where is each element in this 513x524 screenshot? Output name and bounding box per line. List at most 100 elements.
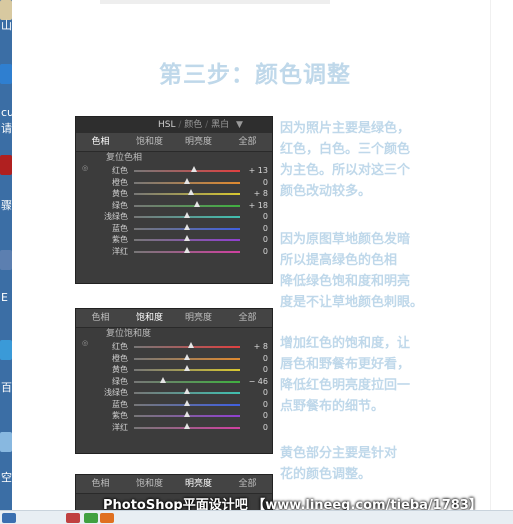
desktop-icon-1[interactable]	[0, 0, 12, 20]
collapse-triangle-icon[interactable]: ▼	[236, 120, 243, 130]
slider-label: 蓝色	[112, 399, 128, 409]
tab-saturation[interactable]: 饱和度	[125, 133, 174, 151]
caption-2-line: 因为原图草地颜色发暗	[280, 232, 411, 247]
slider-label: 橙色	[112, 177, 128, 187]
slider-thumb[interactable]	[184, 411, 190, 417]
caption-1-line: 颜色改动较多。	[280, 184, 372, 199]
color-header-label[interactable]: 颜色	[184, 120, 202, 130]
saturation-slider-row: 绿色 − 46	[76, 376, 272, 388]
slider-label: 绿色	[112, 376, 128, 386]
bw-header-label[interactable]: 黑白	[211, 120, 229, 130]
slider-thumb[interactable]	[184, 353, 190, 360]
saturation-slider-row: 紫色 0	[76, 410, 272, 422]
slider-thumb[interactable]	[184, 365, 190, 371]
slider-value[interactable]: 0	[246, 422, 268, 433]
slider-value[interactable]: + 13	[246, 165, 268, 176]
taskbar-app-2[interactable]	[84, 513, 98, 523]
slider-value[interactable]: 0	[246, 387, 268, 398]
slider-track[interactable]	[134, 346, 240, 348]
slider-thumb[interactable]	[184, 177, 190, 184]
slider-thumb[interactable]	[188, 342, 195, 348]
tab-hue-2[interactable]: 色相	[76, 309, 125, 327]
taskbar-app-3[interactable]	[100, 513, 114, 523]
slider-thumb[interactable]	[184, 399, 190, 406]
slider-track[interactable]	[134, 170, 240, 172]
slider-value[interactable]: 0	[246, 399, 268, 410]
reset-hue-label[interactable]: 复位色相	[76, 152, 272, 165]
tab-saturation-3[interactable]: 饱和度	[125, 475, 174, 493]
hsl-panel-saturation: 色相 饱和度 明亮度 全部 复位饱和度 ◎ 红色 + 8 橙色 0 黄色 0 绿色 − 46 浅…	[75, 308, 273, 454]
slider-value[interactable]: + 18	[246, 200, 268, 211]
slider-label: 紫色	[112, 235, 128, 244]
saturation-slider-row: 红色 + 8	[76, 341, 272, 353]
taskbar-app-1[interactable]	[66, 513, 80, 523]
tab-all-2[interactable]: 全部	[223, 309, 272, 327]
slider-track[interactable]	[134, 380, 240, 383]
page-scrollbar[interactable]	[490, 0, 513, 510]
taskbar	[0, 510, 513, 524]
slider-thumb[interactable]	[159, 376, 166, 383]
desktop-icon-4[interactable]	[0, 250, 12, 270]
slider-label: 绿色	[112, 200, 128, 210]
slider-thumb[interactable]	[188, 189, 195, 195]
desktop-icon-5[interactable]	[0, 340, 12, 360]
caption-3: 增加红色的饱和度，让 唇色和野餐布更好看， 降低红色明亮度拉回一 点野餐布的细节…	[280, 333, 430, 417]
caption-3-line: 增加红色的饱和度，让	[280, 336, 411, 351]
saturation-slider-list: 红色 + 8 橙色 0 黄色 0 绿色 − 46 浅绿色 0 蓝色 0 紫色 0 洋红 0	[76, 341, 272, 433]
slider-thumb[interactable]	[184, 422, 190, 429]
tab-luminance[interactable]: 明亮度	[174, 133, 223, 151]
previous-content-strip	[100, 0, 330, 4]
reset-saturation-label[interactable]: 复位饱和度	[76, 328, 272, 341]
hue-slider-row: 紫色 0	[76, 234, 272, 246]
tab-saturation-2[interactable]: 饱和度	[125, 309, 174, 327]
slider-thumb[interactable]	[184, 246, 190, 253]
hsl-header-label[interactable]: HSL	[158, 120, 176, 130]
saturation-slider-row: 蓝色 0	[76, 399, 272, 411]
slider-value[interactable]: 0	[246, 246, 268, 257]
tab-all[interactable]: 全部	[223, 133, 272, 151]
slider-label: 橙色	[112, 353, 128, 363]
tab-luminance-2[interactable]: 明亮度	[174, 309, 223, 327]
slider-track[interactable]	[134, 193, 240, 195]
hsl-tabs-2: 色相 饱和度 明亮度 全部	[76, 309, 272, 328]
slider-value[interactable]: + 8	[246, 188, 268, 199]
desktop-icon-6[interactable]	[0, 432, 12, 452]
slider-thumb[interactable]	[190, 166, 197, 172]
hsl-panel-hue: HSL / 颜色 / 黑白 ▼ 色相 饱和度 明亮度 全部 复位色相 ◎ 红色 +…	[75, 116, 273, 284]
tab-hue[interactable]: 色相	[76, 133, 125, 151]
panel-header: HSL / 颜色 / 黑白 ▼	[76, 117, 272, 133]
desktop-icon-2[interactable]	[0, 64, 12, 84]
slider-value[interactable]: 0	[246, 353, 268, 364]
caption-4: 黄色部分主要是针对 花的颜色调整。	[280, 443, 430, 485]
start-button[interactable]	[2, 513, 16, 523]
slider-thumb[interactable]	[193, 200, 200, 207]
tab-hue-3[interactable]: 色相	[76, 475, 125, 493]
slider-value[interactable]: 0	[246, 410, 268, 421]
caption-3-line: 唇色和野餐布更好看，	[280, 357, 411, 372]
desktop-label-6: 百	[1, 381, 12, 394]
slider-value[interactable]: + 8	[246, 341, 268, 352]
slider-thumb[interactable]	[184, 388, 190, 394]
slider-thumb[interactable]	[184, 223, 190, 230]
slider-value[interactable]: 0	[246, 223, 268, 234]
slider-value[interactable]: 0	[246, 177, 268, 188]
slider-label: 红色	[112, 166, 128, 175]
slider-thumb[interactable]	[184, 235, 190, 241]
slider-label: 红色	[112, 342, 128, 351]
slider-thumb[interactable]	[184, 212, 190, 218]
slider-value[interactable]: 0	[246, 364, 268, 375]
slider-value[interactable]: − 46	[246, 376, 268, 387]
tab-all-3[interactable]: 全部	[223, 475, 272, 493]
step-title: 第三步：颜色调整	[159, 62, 351, 88]
slider-label: 黄色	[112, 189, 128, 198]
tab-luminance-3[interactable]: 明亮度	[174, 475, 223, 493]
saturation-slider-row: 黄色 0	[76, 364, 272, 376]
slider-value[interactable]: 0	[246, 234, 268, 245]
slider-track[interactable]	[134, 204, 240, 207]
slider-value[interactable]: 0	[246, 211, 268, 222]
desktop-label-5: E	[1, 291, 8, 304]
desktop-icon-3[interactable]	[0, 155, 12, 175]
caption-3-line: 降低红色明亮度拉回一	[280, 378, 411, 393]
desktop-label-1: 山	[1, 19, 12, 32]
slider-label: 黄色	[112, 365, 128, 374]
